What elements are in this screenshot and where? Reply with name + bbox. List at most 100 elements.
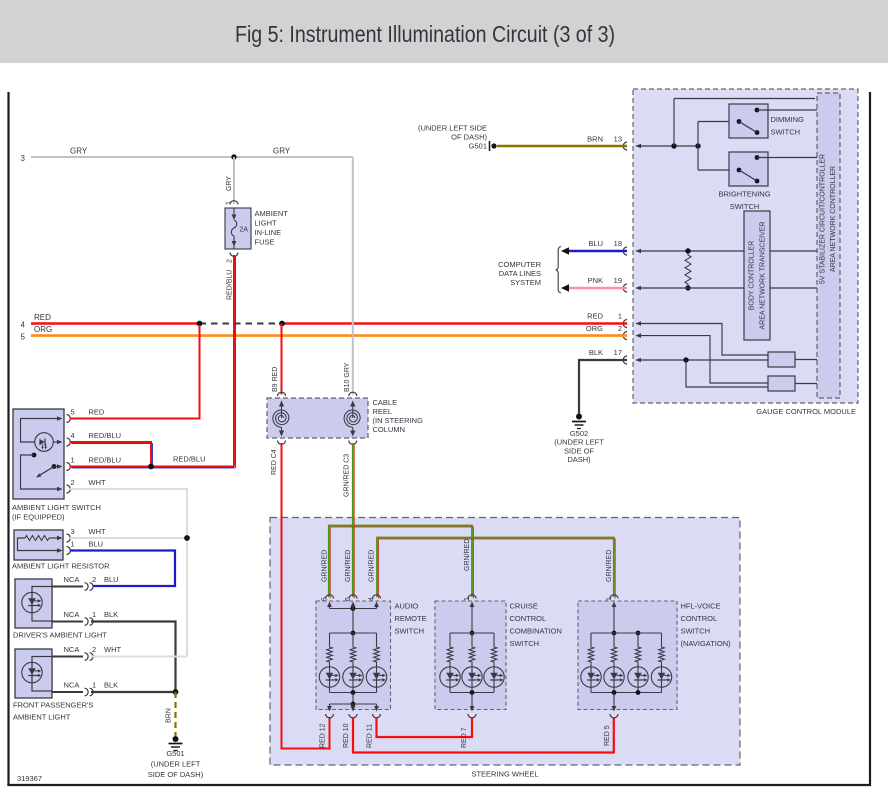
svg-text:LIGHT: LIGHT: [255, 219, 278, 228]
svg-text:2: 2: [618, 324, 622, 333]
svg-text:GRN/RED C3: GRN/RED C3: [344, 454, 351, 497]
svg-text:BLU: BLU: [89, 540, 104, 549]
svg-text:GRN/RED: GRN/RED: [322, 550, 329, 582]
svg-text:RED 5: RED 5: [604, 725, 611, 746]
svg-text:GAUGE CONTROL MODULE: GAUGE CONTROL MODULE: [756, 407, 856, 416]
svg-text:1: 1: [71, 540, 75, 549]
svg-text:RED: RED: [587, 312, 603, 321]
svg-text:17: 17: [614, 348, 622, 357]
svg-text:DASH): DASH): [567, 455, 591, 464]
svg-text:NCA: NCA: [64, 575, 80, 584]
svg-text:SWITCH: SWITCH: [510, 639, 540, 648]
svg-text:GRY: GRY: [226, 176, 233, 191]
svg-text:ORG: ORG: [586, 324, 603, 333]
svg-text:FUSE: FUSE: [255, 238, 275, 247]
svg-text:B10 GRY: B10 GRY: [344, 362, 351, 392]
svg-text:BLK: BLK: [104, 681, 118, 690]
svg-text:COLUMN: COLUMN: [373, 425, 406, 434]
svg-text:SWITCH: SWITCH: [681, 627, 711, 636]
svg-text:DATA LINES: DATA LINES: [499, 269, 541, 278]
svg-text:2: 2: [92, 645, 96, 654]
svg-text:REMOTE: REMOTE: [395, 614, 427, 623]
svg-text:G501: G501: [469, 142, 487, 151]
svg-text:GRN/RED: GRN/RED: [345, 550, 352, 582]
svg-text:BLU: BLU: [104, 575, 119, 584]
svg-text:319367: 319367: [17, 774, 42, 783]
svg-text:SWITCH: SWITCH: [771, 128, 801, 137]
svg-text:DRIVER'S AMBIENT LIGHT: DRIVER'S AMBIENT LIGHT: [13, 631, 107, 640]
svg-text:AREA NETWORK TRANSCEIVER: AREA NETWORK TRANSCEIVER: [760, 221, 767, 329]
svg-text:AUDIO: AUDIO: [395, 602, 419, 611]
svg-text:WHT: WHT: [89, 478, 106, 487]
svg-text:1: 1: [618, 312, 622, 321]
svg-text:DIMMING: DIMMING: [771, 115, 804, 124]
svg-text:1: 1: [92, 681, 96, 690]
svg-text:2: 2: [71, 478, 75, 487]
svg-text:1: 1: [92, 610, 96, 619]
svg-text:BRN: BRN: [166, 708, 173, 723]
svg-text:(UNDER LEFT: (UNDER LEFT: [151, 760, 201, 769]
svg-text:COMPUTER: COMPUTER: [498, 260, 542, 269]
svg-text:1: 1: [606, 597, 613, 601]
svg-text:3: 3: [21, 154, 26, 163]
svg-text:SWITCH: SWITCH: [730, 202, 760, 211]
svg-text:5: 5: [21, 333, 26, 342]
svg-text:RED: RED: [34, 313, 51, 322]
svg-text:RED 11: RED 11: [367, 724, 374, 748]
svg-text:G501: G501: [166, 749, 184, 758]
svg-text:RED/BLU: RED/BLU: [227, 270, 234, 300]
svg-text:SIDE OF DASH): SIDE OF DASH): [148, 770, 204, 779]
svg-text:G502: G502: [570, 429, 588, 438]
svg-text:5V STABILIZER CIRCUIT/CONTROLL: 5V STABILIZER CIRCUIT/CONTROLLER: [820, 154, 827, 284]
svg-text:IN-LINE: IN-LINE: [255, 228, 282, 237]
svg-text:NCA: NCA: [64, 645, 80, 654]
svg-text:BRN: BRN: [587, 135, 603, 144]
svg-text:(IF EQUIPPED): (IF EQUIPPED): [12, 513, 65, 522]
svg-text:COMBINATION: COMBINATION: [510, 627, 562, 636]
svg-text:18: 18: [614, 239, 622, 248]
svg-text:4: 4: [71, 431, 75, 440]
svg-text:RED/BLU: RED/BLU: [89, 456, 122, 465]
svg-text:13: 13: [614, 135, 622, 144]
svg-text:GRY: GRY: [273, 147, 291, 156]
svg-text:4: 4: [21, 321, 26, 330]
svg-text:AMBIENT LIGHT RESISTOR: AMBIENT LIGHT RESISTOR: [12, 562, 110, 571]
svg-text:AMBIENT LIGHT SWITCH: AMBIENT LIGHT SWITCH: [12, 503, 101, 512]
svg-text:SIDE OF: SIDE OF: [564, 446, 594, 455]
svg-text:CABLE: CABLE: [373, 398, 398, 407]
svg-text:5: 5: [71, 408, 75, 417]
svg-text:2: 2: [227, 259, 234, 263]
svg-text:19: 19: [614, 276, 622, 285]
svg-text:STEERING WHEEL: STEERING WHEEL: [471, 770, 538, 779]
svg-text:RED 10: RED 10: [343, 723, 350, 748]
svg-text:BODY CONTROLLER: BODY CONTROLLER: [749, 241, 756, 311]
svg-text:(NAVIGATION): (NAVIGATION): [681, 639, 732, 648]
svg-text:WHT: WHT: [89, 527, 106, 536]
svg-text:BRIGHTENING: BRIGHTENING: [718, 190, 770, 199]
svg-text:RED 12: RED 12: [320, 723, 327, 748]
svg-text:BLK: BLK: [589, 348, 603, 357]
svg-text:OF DASH): OF DASH): [451, 133, 487, 142]
svg-text:PNK: PNK: [588, 276, 603, 285]
svg-text:AMBIENT: AMBIENT: [255, 209, 289, 218]
svg-text:SYSTEM: SYSTEM: [510, 278, 541, 287]
svg-text:3: 3: [71, 527, 75, 536]
svg-text:GRN/RED: GRN/RED: [606, 550, 613, 582]
svg-text:CRUISE: CRUISE: [510, 602, 538, 611]
svg-text:GRN/RED: GRN/RED: [464, 539, 471, 571]
svg-text:SWITCH: SWITCH: [395, 627, 425, 636]
svg-text:RED/BLU: RED/BLU: [173, 455, 206, 464]
svg-text:AREA NETWORK CONTROLLER: AREA NETWORK CONTROLLER: [830, 166, 837, 272]
svg-text:GRN/RED: GRN/RED: [369, 550, 376, 582]
svg-text:(UNDER LEFT SIDE: (UNDER LEFT SIDE: [418, 124, 487, 133]
svg-text:2A: 2A: [240, 227, 249, 234]
svg-text:(IN STEERING: (IN STEERING: [373, 416, 424, 425]
svg-text:NCA: NCA: [64, 610, 80, 619]
svg-text:RED 7: RED 7: [461, 727, 468, 748]
svg-text:BLU: BLU: [588, 239, 603, 248]
svg-text:RED/BLU: RED/BLU: [89, 431, 122, 440]
svg-text:BLK: BLK: [104, 610, 118, 619]
svg-text:RED C4: RED C4: [271, 449, 278, 475]
svg-text:B9 RED: B9 RED: [272, 367, 279, 392]
svg-text:ORG: ORG: [34, 325, 52, 334]
